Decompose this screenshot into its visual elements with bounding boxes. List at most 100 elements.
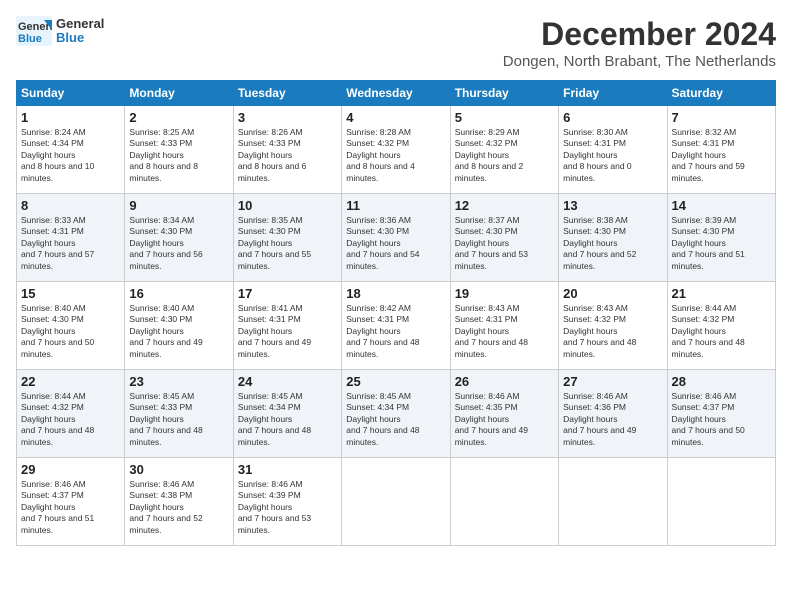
day-cell: 8 Sunrise: 8:33 AM Sunset: 4:31 PM Dayli…: [17, 194, 125, 282]
logo-blue: Blue: [56, 31, 104, 45]
day-number: 11: [346, 198, 445, 213]
day-cell: 22 Sunrise: 8:44 AM Sunset: 4:32 PM Dayl…: [17, 370, 125, 458]
logo-general: General: [56, 17, 104, 31]
day-cell: 15 Sunrise: 8:40 AM Sunset: 4:30 PM Dayl…: [17, 282, 125, 370]
day-number: 26: [455, 374, 554, 389]
day-detail: Sunrise: 8:37 AM Sunset: 4:30 PM Dayligh…: [455, 215, 554, 272]
day-number: 20: [563, 286, 662, 301]
header: General Blue General Blue December 2024 …: [16, 16, 776, 70]
day-number: 23: [129, 374, 228, 389]
weekday-header-row: Sunday Monday Tuesday Wednesday Thursday…: [17, 81, 776, 106]
day-detail: Sunrise: 8:42 AM Sunset: 4:31 PM Dayligh…: [346, 303, 445, 360]
day-number: 28: [672, 374, 771, 389]
day-number: 7: [672, 110, 771, 125]
day-detail: Sunrise: 8:46 AM Sunset: 4:37 PM Dayligh…: [672, 391, 771, 448]
day-cell: 17 Sunrise: 8:41 AM Sunset: 4:31 PM Dayl…: [233, 282, 341, 370]
week-row-5: 29 Sunrise: 8:46 AM Sunset: 4:37 PM Dayl…: [17, 458, 776, 546]
day-number: 8: [21, 198, 120, 213]
day-number: 27: [563, 374, 662, 389]
day-number: 25: [346, 374, 445, 389]
day-cell: 2 Sunrise: 8:25 AM Sunset: 4:33 PM Dayli…: [125, 106, 233, 194]
day-number: 22: [21, 374, 120, 389]
day-detail: Sunrise: 8:41 AM Sunset: 4:31 PM Dayligh…: [238, 303, 337, 360]
calendar: Sunday Monday Tuesday Wednesday Thursday…: [16, 80, 776, 546]
day-number: 29: [21, 462, 120, 477]
day-number: 9: [129, 198, 228, 213]
day-cell: 10 Sunrise: 8:35 AM Sunset: 4:30 PM Dayl…: [233, 194, 341, 282]
day-detail: Sunrise: 8:46 AM Sunset: 4:36 PM Dayligh…: [563, 391, 662, 448]
day-number: 15: [21, 286, 120, 301]
page: General Blue General Blue December 2024 …: [0, 0, 792, 612]
day-cell: 9 Sunrise: 8:34 AM Sunset: 4:30 PM Dayli…: [125, 194, 233, 282]
week-row-2: 8 Sunrise: 8:33 AM Sunset: 4:31 PM Dayli…: [17, 194, 776, 282]
day-cell: 19 Sunrise: 8:43 AM Sunset: 4:31 PM Dayl…: [450, 282, 558, 370]
day-detail: Sunrise: 8:39 AM Sunset: 4:30 PM Dayligh…: [672, 215, 771, 272]
day-number: 1: [21, 110, 120, 125]
day-number: 2: [129, 110, 228, 125]
day-detail: Sunrise: 8:24 AM Sunset: 4:34 PM Dayligh…: [21, 127, 120, 184]
location: Dongen, North Brabant, The Netherlands: [503, 53, 776, 70]
title-block: December 2024 Dongen, North Brabant, The…: [503, 16, 776, 70]
day-number: 30: [129, 462, 228, 477]
day-number: 17: [238, 286, 337, 301]
day-detail: Sunrise: 8:28 AM Sunset: 4:32 PM Dayligh…: [346, 127, 445, 184]
day-number: 4: [346, 110, 445, 125]
day-detail: Sunrise: 8:43 AM Sunset: 4:32 PM Dayligh…: [563, 303, 662, 360]
day-cell: 18 Sunrise: 8:42 AM Sunset: 4:31 PM Dayl…: [342, 282, 450, 370]
day-number: 6: [563, 110, 662, 125]
header-monday: Monday: [125, 81, 233, 106]
day-cell: 23 Sunrise: 8:45 AM Sunset: 4:33 PM Dayl…: [125, 370, 233, 458]
day-cell: 25 Sunrise: 8:45 AM Sunset: 4:34 PM Dayl…: [342, 370, 450, 458]
day-detail: Sunrise: 8:40 AM Sunset: 4:30 PM Dayligh…: [129, 303, 228, 360]
header-thursday: Thursday: [450, 81, 558, 106]
day-cell: 21 Sunrise: 8:44 AM Sunset: 4:32 PM Dayl…: [667, 282, 775, 370]
logo-icon: General Blue: [16, 16, 52, 46]
day-number: 31: [238, 462, 337, 477]
day-cell: 26 Sunrise: 8:46 AM Sunset: 4:35 PM Dayl…: [450, 370, 558, 458]
day-detail: Sunrise: 8:40 AM Sunset: 4:30 PM Dayligh…: [21, 303, 120, 360]
day-detail: Sunrise: 8:30 AM Sunset: 4:31 PM Dayligh…: [563, 127, 662, 184]
day-cell: 27 Sunrise: 8:46 AM Sunset: 4:36 PM Dayl…: [559, 370, 667, 458]
day-cell: 13 Sunrise: 8:38 AM Sunset: 4:30 PM Dayl…: [559, 194, 667, 282]
day-detail: Sunrise: 8:25 AM Sunset: 4:33 PM Dayligh…: [129, 127, 228, 184]
day-detail: Sunrise: 8:32 AM Sunset: 4:31 PM Dayligh…: [672, 127, 771, 184]
header-wednesday: Wednesday: [342, 81, 450, 106]
day-number: 10: [238, 198, 337, 213]
day-detail: Sunrise: 8:45 AM Sunset: 4:33 PM Dayligh…: [129, 391, 228, 448]
day-detail: Sunrise: 8:33 AM Sunset: 4:31 PM Dayligh…: [21, 215, 120, 272]
day-detail: Sunrise: 8:46 AM Sunset: 4:38 PM Dayligh…: [129, 479, 228, 536]
day-detail: Sunrise: 8:46 AM Sunset: 4:37 PM Dayligh…: [21, 479, 120, 536]
day-number: 5: [455, 110, 554, 125]
day-number: 13: [563, 198, 662, 213]
day-number: 12: [455, 198, 554, 213]
logo: General Blue General Blue: [16, 16, 104, 46]
week-row-1: 1 Sunrise: 8:24 AM Sunset: 4:34 PM Dayli…: [17, 106, 776, 194]
week-row-3: 15 Sunrise: 8:40 AM Sunset: 4:30 PM Dayl…: [17, 282, 776, 370]
day-cell: 28 Sunrise: 8:46 AM Sunset: 4:37 PM Dayl…: [667, 370, 775, 458]
month-title: December 2024: [503, 16, 776, 53]
day-number: 14: [672, 198, 771, 213]
day-cell: 5 Sunrise: 8:29 AM Sunset: 4:32 PM Dayli…: [450, 106, 558, 194]
day-cell: 20 Sunrise: 8:43 AM Sunset: 4:32 PM Dayl…: [559, 282, 667, 370]
day-cell: [667, 458, 775, 546]
day-detail: Sunrise: 8:45 AM Sunset: 4:34 PM Dayligh…: [346, 391, 445, 448]
day-number: 18: [346, 286, 445, 301]
day-number: 19: [455, 286, 554, 301]
day-cell: 4 Sunrise: 8:28 AM Sunset: 4:32 PM Dayli…: [342, 106, 450, 194]
header-tuesday: Tuesday: [233, 81, 341, 106]
day-detail: Sunrise: 8:44 AM Sunset: 4:32 PM Dayligh…: [21, 391, 120, 448]
day-detail: Sunrise: 8:38 AM Sunset: 4:30 PM Dayligh…: [563, 215, 662, 272]
day-detail: Sunrise: 8:26 AM Sunset: 4:33 PM Dayligh…: [238, 127, 337, 184]
day-detail: Sunrise: 8:46 AM Sunset: 4:39 PM Dayligh…: [238, 479, 337, 536]
header-saturday: Saturday: [667, 81, 775, 106]
day-number: 21: [672, 286, 771, 301]
header-sunday: Sunday: [17, 81, 125, 106]
week-row-4: 22 Sunrise: 8:44 AM Sunset: 4:32 PM Dayl…: [17, 370, 776, 458]
day-detail: Sunrise: 8:36 AM Sunset: 4:30 PM Dayligh…: [346, 215, 445, 272]
day-number: 3: [238, 110, 337, 125]
day-cell: 31 Sunrise: 8:46 AM Sunset: 4:39 PM Dayl…: [233, 458, 341, 546]
day-number: 16: [129, 286, 228, 301]
day-cell: 3 Sunrise: 8:26 AM Sunset: 4:33 PM Dayli…: [233, 106, 341, 194]
header-friday: Friday: [559, 81, 667, 106]
day-cell: [559, 458, 667, 546]
